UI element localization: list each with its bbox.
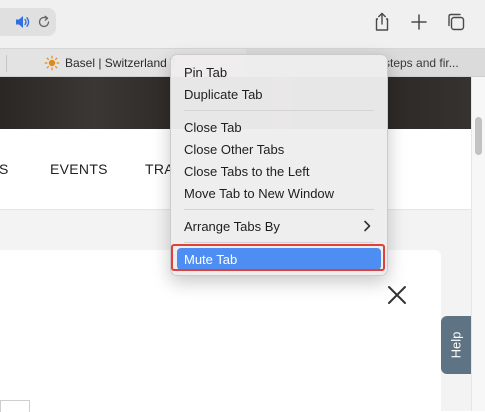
close-icon[interactable] (386, 284, 408, 306)
tab-context-menu: Pin Tab Duplicate Tab Close Tab Close Ot… (170, 54, 388, 276)
menu-item-arrange-tabs-by[interactable]: Arrange Tabs By (177, 215, 381, 237)
scrollbar[interactable] (471, 77, 485, 411)
menu-item-close-other-tabs[interactable]: Close Other Tabs (177, 138, 381, 160)
help-label: Help (448, 331, 464, 359)
menu-item-label: Close Other Tabs (184, 142, 285, 157)
plus-icon[interactable] (408, 11, 430, 33)
menu-item-close-tabs-left[interactable]: Close Tabs to the Left (177, 160, 381, 182)
menu-item-label: Arrange Tabs By (184, 219, 280, 234)
reload-icon[interactable] (37, 15, 51, 29)
toolbar (0, 0, 485, 48)
speaker-icon[interactable] (15, 15, 31, 29)
menu-item-duplicate-tab[interactable]: Duplicate Tab (177, 83, 381, 105)
scroll-thumb[interactable] (475, 117, 482, 155)
menu-separator (184, 209, 374, 210)
tab-title: Basel | Switzerland T (65, 56, 178, 70)
tab-basel[interactable]: Basel | Switzerland T (40, 49, 180, 76)
help-button[interactable]: Help (441, 316, 471, 374)
chevron-right-icon (364, 220, 371, 232)
menu-item-label: Close Tabs to the Left (184, 164, 310, 179)
tab-separator (6, 55, 7, 72)
tabs-overview-icon[interactable] (445, 11, 467, 33)
menu-item-label: Close Tab (184, 120, 242, 135)
nav-item-events[interactable]: EVENTS (50, 161, 108, 177)
menu-separator (184, 242, 374, 243)
tab-title: steps and fir... (384, 56, 459, 70)
sun-icon (44, 55, 60, 71)
menu-item-pin-tab[interactable]: Pin Tab (177, 61, 381, 83)
menu-separator (184, 110, 374, 111)
nav-item[interactable]: S (0, 161, 9, 177)
highlight-outline (171, 244, 385, 271)
menu-item-label: Move Tab to New Window (184, 186, 335, 201)
menu-item-move-tab-new-window[interactable]: Move Tab to New Window (177, 182, 381, 204)
share-icon[interactable] (371, 11, 393, 33)
menu-item-label: Pin Tab (184, 65, 228, 80)
menu-item-close-tab[interactable]: Close Tab (177, 116, 381, 138)
input-box[interactable] (0, 400, 30, 412)
menu-item-label: Duplicate Tab (184, 87, 263, 102)
